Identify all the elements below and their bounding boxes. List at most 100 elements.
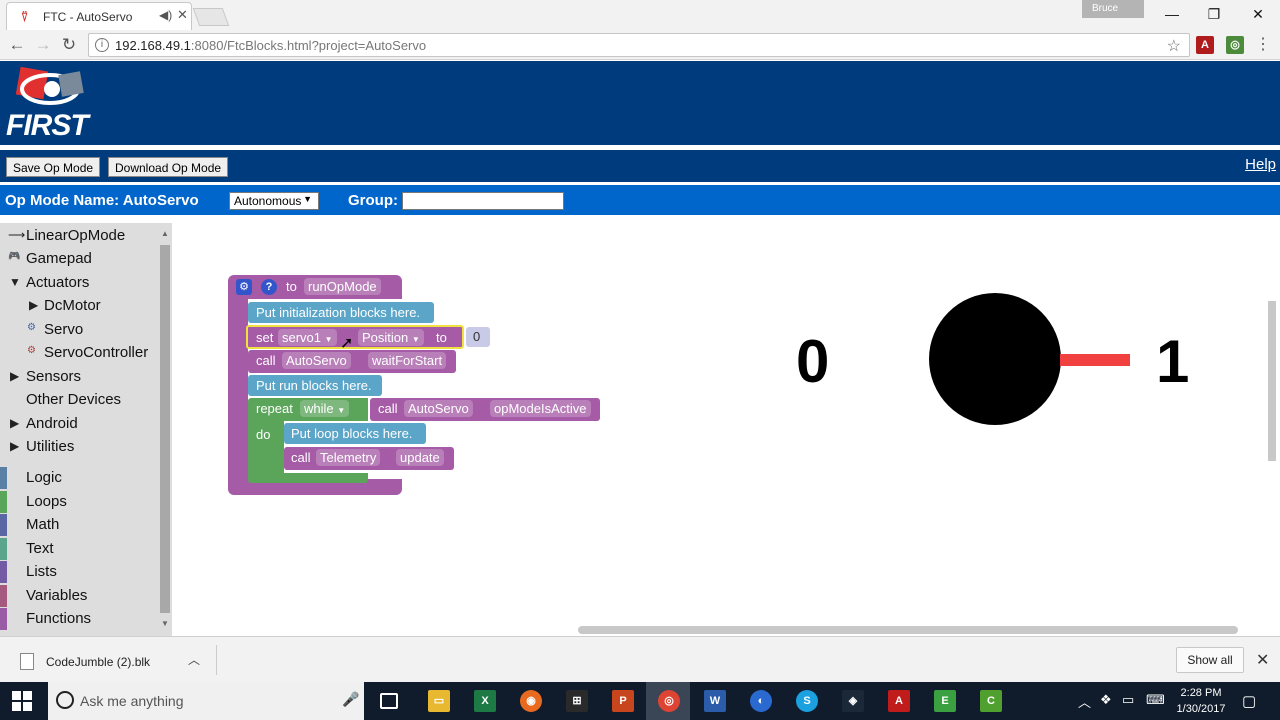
back-icon[interactable]: ← <box>6 34 28 56</box>
comment-run-block[interactable]: Put run blocks here. <box>248 375 382 396</box>
set-servo-position-block[interactable]: set servo1 ▼ Position ▼ to <box>246 325 464 349</box>
show-all-button[interactable]: Show all <box>1176 647 1244 673</box>
powerpoint-icon[interactable]: P <box>612 690 634 712</box>
evernote-icon[interactable]: E <box>934 690 956 712</box>
loop-mode-dropdown[interactable]: while ▼ <box>300 400 350 417</box>
toolbox-category-functions[interactable]: Functions <box>0 608 158 630</box>
bookmark-star-icon[interactable]: ☆ <box>1167 36 1181 56</box>
profile-button[interactable]: Bruce <box>1082 0 1144 18</box>
download-op-mode-button[interactable]: Download Op Mode <box>108 157 229 177</box>
file-explorer-icon[interactable]: ▭ <box>428 690 450 712</box>
outlook-icon[interactable]: ◐ <box>750 690 772 712</box>
workspace-horizontal-scrollbar[interactable] <box>578 626 1238 634</box>
toolbox-category-logic[interactable]: Logic <box>0 467 158 489</box>
close-window-button[interactable]: ✕ <box>1246 4 1270 24</box>
restore-button[interactable]: ❐ <box>1202 4 1226 24</box>
servo-dropdown[interactable]: servo1 ▼ <box>278 329 337 346</box>
task-view-icon[interactable] <box>380 693 398 709</box>
download-shelf: CodeJumble (2).blk ︿ Show all ✕ <box>0 636 1280 682</box>
info-icon[interactable]: i <box>95 38 109 52</box>
workspace-vertical-scrollbar[interactable] <box>1268 301 1276 461</box>
microphone-icon[interactable]: 🎤 <box>342 691 359 708</box>
pdf-extension-icon[interactable]: A <box>1196 36 1214 54</box>
skype-icon[interactable]: S <box>796 690 818 712</box>
reload-icon[interactable]: ↻ <box>58 34 80 56</box>
toolbox-item-sensors[interactable]: ▶ Sensors <box>0 366 158 388</box>
file-icon <box>20 653 34 670</box>
blocks-workspace[interactable]: ⚙ ? to runOpMode Put initialization bloc… <box>176 223 1280 636</box>
camtasia-icon[interactable]: C <box>980 690 1002 712</box>
toolbox-category-loops[interactable]: Loops <box>0 491 158 513</box>
chrome-icon[interactable]: ◎ <box>658 690 680 712</box>
method-field[interactable]: waitForStart <box>368 352 447 369</box>
firefox-icon[interactable]: ◉ <box>520 690 542 712</box>
class-field[interactable]: AutoServo <box>404 400 473 417</box>
comment-init-block[interactable]: Put initialization blocks here. <box>248 302 434 323</box>
function-to-label: to <box>286 279 297 294</box>
toolbox-category-lists[interactable]: Lists <box>0 561 158 583</box>
scroll-down-icon[interactable]: ▼ <box>161 619 169 628</box>
minimize-button[interactable]: — <box>1160 4 1184 24</box>
call-waitforstart-block[interactable]: call AutoServo waitForStart <box>248 350 456 373</box>
browser-tab[interactable]: ⍢ FTC - AutoServo ◀) ✕ <box>6 2 192 30</box>
toolbox-item-linearopmode[interactable]: ⟶ LinearOpMode <box>0 225 158 247</box>
number-block[interactable]: 0 <box>466 327 490 347</box>
toolbox-item-gamepad[interactable]: 🎮 Gamepad <box>0 248 158 270</box>
scroll-up-icon[interactable]: ▲ <box>161 229 169 238</box>
toolbox-item-actuators[interactable]: ▼ Actuators <box>0 272 158 294</box>
help-question-icon[interactable]: ? <box>261 279 277 295</box>
toolbox-item-android[interactable]: ▶ Android <box>0 413 158 435</box>
menu-icon[interactable]: ⋮ <box>1252 34 1274 56</box>
close-shelf-icon[interactable]: ✕ <box>1256 650 1269 670</box>
toolbox-category-text[interactable]: Text <box>0 538 158 560</box>
repeat-while-block[interactable]: repeat while ▼ <box>248 398 368 421</box>
clock[interactable]: 2:28 PM 1/30/2017 <box>1176 685 1226 717</box>
group-input[interactable] <box>402 192 564 210</box>
function-name-field[interactable]: runOpMode <box>304 278 381 295</box>
method-field[interactable]: opModeIsActive <box>490 400 591 417</box>
comment-loop-block[interactable]: Put loop blocks here. <box>284 423 426 444</box>
battery-icon[interactable]: ▭ <box>1122 692 1134 708</box>
tray-chevron-icon[interactable]: ︿ <box>1078 692 1091 711</box>
store-icon[interactable]: ⊞ <box>566 690 588 712</box>
clock-date: 1/30/2017 <box>1176 703 1226 715</box>
toolbox-item-other-devices[interactable]: Other Devices <box>0 389 158 411</box>
save-op-mode-button[interactable]: Save Op Mode <box>6 157 101 177</box>
property-dropdown[interactable]: Position ▼ <box>358 329 424 346</box>
acrobat-icon[interactable]: A <box>888 690 910 712</box>
download-file-name[interactable]: CodeJumble (2).blk <box>46 655 150 669</box>
dropbox-icon[interactable]: ❖ <box>1100 692 1112 708</box>
url-bar[interactable]: i 192.168.49.1:8080/FtcBlocks.html?proje… <box>88 33 1190 57</box>
tab-close-icon[interactable]: ✕ <box>177 7 188 23</box>
class-field[interactable]: AutoServo <box>282 352 351 369</box>
dropdown-arrow-icon: ▼ <box>324 335 333 344</box>
taskbar-search[interactable]: Ask me anything 🎤 <box>48 682 364 720</box>
function-block[interactable]: ⚙ ? to runOpMode <box>228 275 402 299</box>
excel-icon[interactable]: X <box>474 690 496 712</box>
forward-icon[interactable]: → <box>32 34 54 56</box>
toolbox-item-servo[interactable]: ⚙ Servo <box>0 319 158 341</box>
toolbox-item-utilities[interactable]: ▶ Utilities <box>0 436 158 458</box>
toolbox-category-variables[interactable]: Variables <box>0 585 158 607</box>
call-telemetry-update-block[interactable]: call Telemetry update <box>284 447 454 470</box>
toolbox-item-servocontroller[interactable]: ⚙ ServoController <box>0 342 158 364</box>
toolbox-scrollbar[interactable]: ▲ ▼ <box>160 229 170 631</box>
new-tab-button[interactable] <box>192 8 230 26</box>
gear-icon[interactable]: ⚙ <box>236 279 252 295</box>
word-icon[interactable]: W <box>704 690 726 712</box>
method-field[interactable]: update <box>396 449 444 466</box>
keyboard-icon[interactable]: ⌨ <box>1146 692 1165 708</box>
extension-icon[interactable]: ◎ <box>1226 36 1244 54</box>
toolbox-category-math[interactable]: Math <box>0 514 158 536</box>
windows-start-icon[interactable] <box>12 691 32 711</box>
speaker-icon[interactable]: ◀) <box>159 8 172 22</box>
notifications-icon[interactable]: ▢ <box>1242 692 1256 710</box>
class-field[interactable]: Telemetry <box>316 449 381 466</box>
toolbox-item-dcmotor[interactable]: ▶ DcMotor <box>0 295 158 317</box>
opmode-type-select[interactable]: Autonomous ▼ <box>229 192 319 210</box>
toolbox-scroll-thumb[interactable] <box>160 245 170 613</box>
steam-icon[interactable]: ◈ <box>842 690 864 712</box>
call-opmodeisactive-block[interactable]: call AutoServo opModeIsActive <box>370 398 600 421</box>
help-link[interactable]: Help <box>1245 156 1276 173</box>
chevron-up-icon[interactable]: ︿ <box>188 651 200 668</box>
